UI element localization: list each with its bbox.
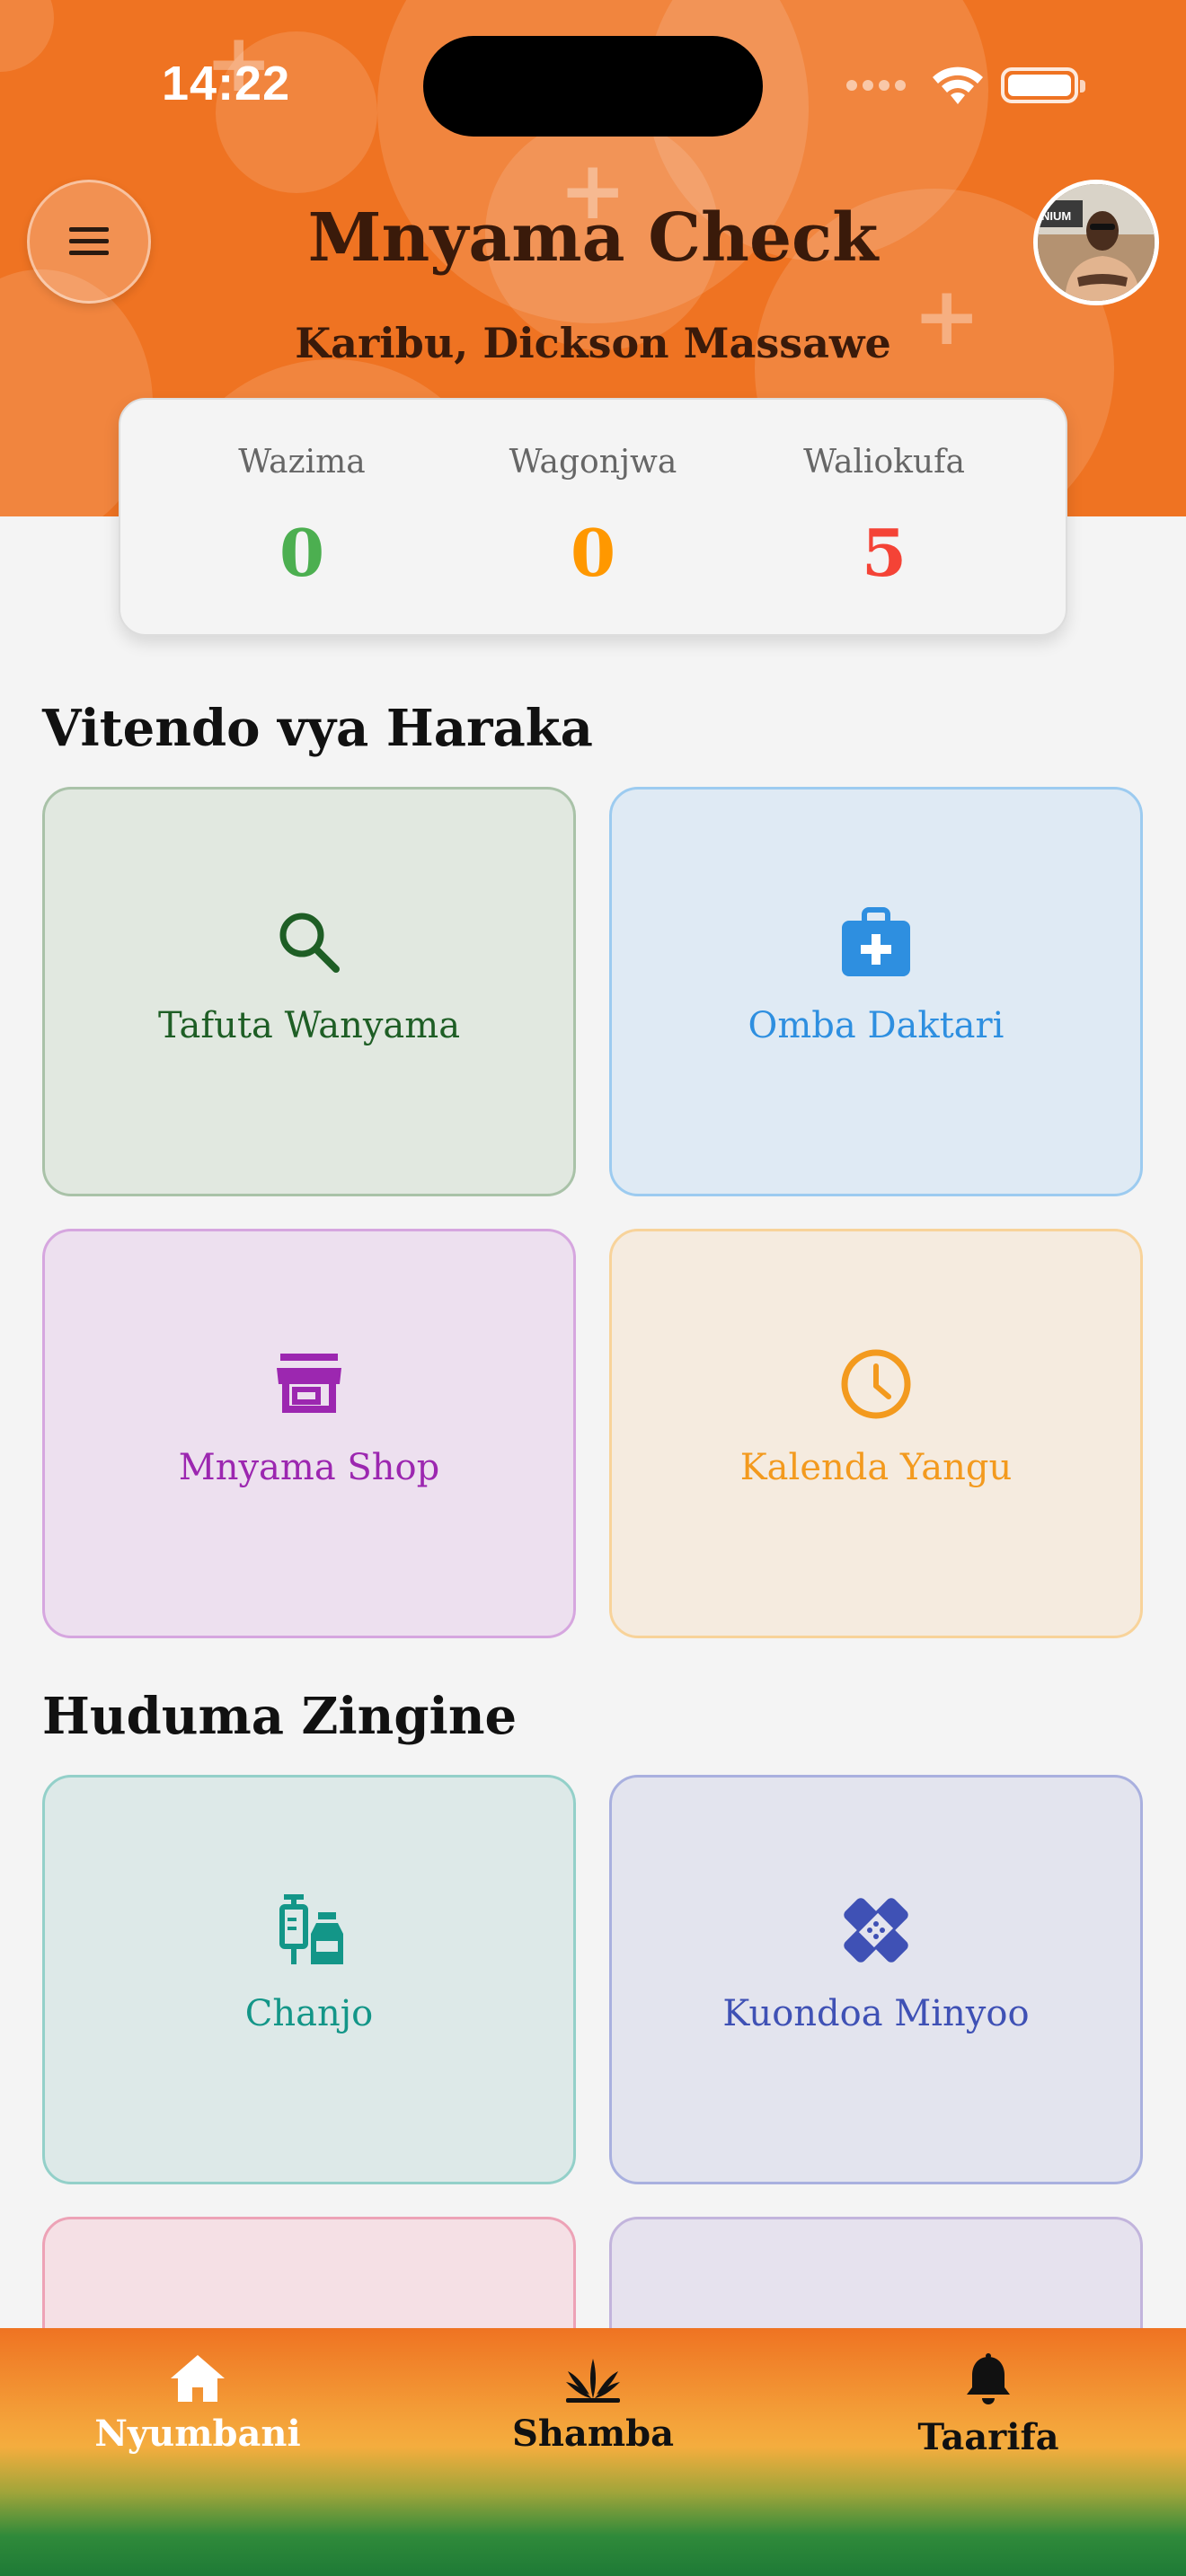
tile-vaccination[interactable]: Chanjo — [42, 1775, 576, 2184]
stat-healthy: Wazima 0 — [176, 444, 428, 591]
tile-label: Omba Daktari — [748, 1005, 1005, 1046]
bottom-nav: Nyumbani Shamba Taarifa — [0, 2328, 1186, 2576]
tile-my-calendar[interactable]: Kalenda Yangu — [609, 1229, 1143, 1638]
nav-item-farm[interactable]: Shamba — [395, 2328, 791, 2576]
tile-animal-shop[interactable]: Mnyama Shop — [42, 1229, 576, 1638]
stat-label: Wazima — [238, 443, 366, 481]
tile-label: Kalenda Yangu — [739, 1447, 1013, 1488]
avatar-badge-text: NIUM — [1041, 209, 1071, 223]
status-time: 14:22 — [162, 57, 291, 110]
bell-icon — [967, 2353, 1010, 2404]
greeting: Karibu, Dickson Massawe — [295, 319, 891, 367]
stat-value: 5 — [861, 514, 907, 591]
tile-search-animals[interactable]: Tafuta Wanyama — [42, 787, 576, 1196]
tile-label: Kuondoa Minyoo — [722, 1993, 1030, 2034]
stat-label: Wagonjwa — [509, 443, 677, 481]
nav-label: Shamba — [511, 2413, 675, 2455]
nav-label: Nyumbani — [94, 2413, 301, 2455]
tile-request-doctor[interactable]: Omba Daktari — [609, 787, 1143, 1196]
clock-icon — [835, 1343, 917, 1425]
stat-dead: Waliokufa 5 — [758, 444, 1010, 591]
stat-sick: Wagonjwa 0 — [467, 444, 719, 591]
nav-item-home[interactable]: Nyumbani — [0, 2328, 395, 2576]
vaccine-icon — [268, 1889, 350, 1972]
bandage-icon — [835, 1889, 917, 1972]
signal-icon — [846, 80, 906, 91]
tile-label: Tafuta Wanyama — [157, 1005, 461, 1046]
plant-icon — [566, 2359, 620, 2403]
nav-label: Taarifa — [917, 2416, 1059, 2458]
stat-value: 0 — [279, 514, 325, 591]
avatar[interactable]: NIUM — [1033, 180, 1159, 305]
tile-label: Mnyama Shop — [178, 1447, 440, 1488]
dynamic-island — [423, 36, 763, 137]
stat-label: Waliokufa — [803, 443, 965, 481]
nav-item-notifications[interactable]: Taarifa — [791, 2328, 1186, 2576]
status-icons — [846, 65, 1085, 106]
app-title: Mnyama Check — [307, 199, 879, 277]
tile-label: Chanjo — [244, 1993, 374, 2034]
section-title-other-services: Huduma Zingine — [42, 1687, 518, 1746]
tile-deworming[interactable]: Kuondoa Minyoo — [609, 1775, 1143, 2184]
section-title-quick-actions: Vitendo vya Haraka — [42, 699, 593, 758]
medical-bag-icon — [835, 901, 917, 984]
home-icon — [171, 2355, 225, 2402]
battery-icon — [1001, 67, 1085, 103]
store-icon — [268, 1343, 350, 1425]
wifi-icon — [933, 66, 983, 104]
stat-value: 0 — [570, 514, 616, 591]
search-icon — [268, 901, 350, 984]
stats-card: Wazima 0 Wagonjwa 0 Waliokufa 5 — [119, 398, 1067, 636]
